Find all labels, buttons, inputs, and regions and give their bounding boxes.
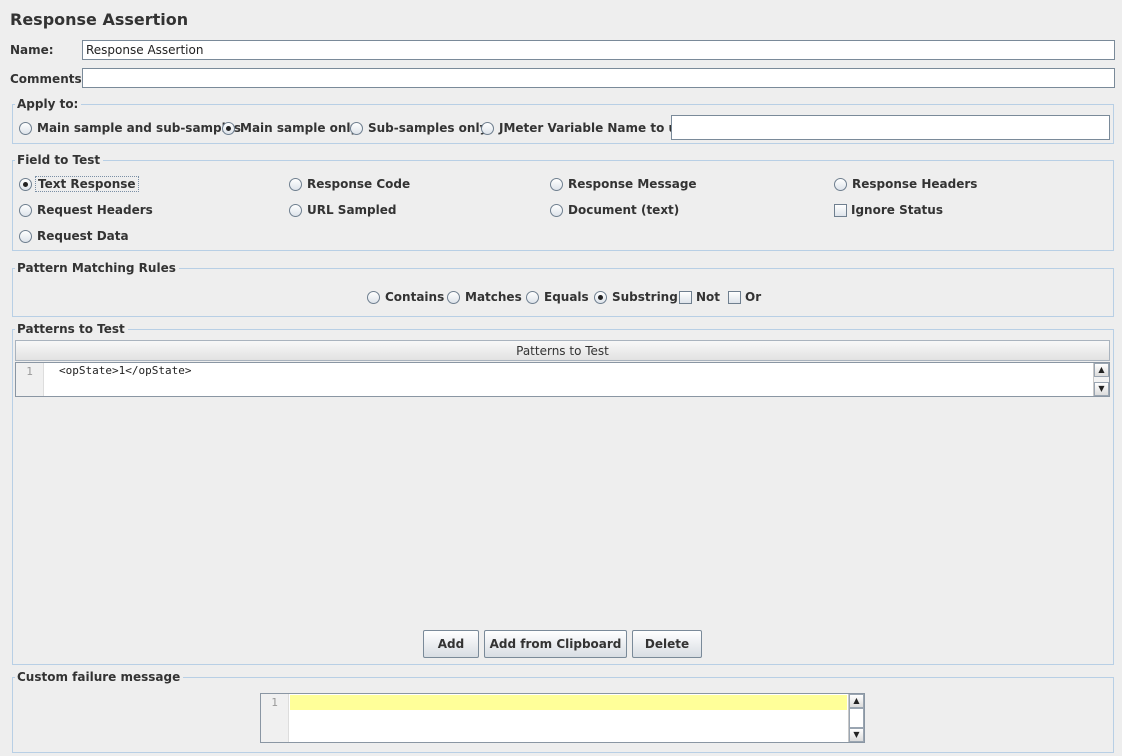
rule-equals-radio[interactable]: Equals: [526, 289, 589, 305]
radio-icon: [19, 203, 32, 217]
radio-selected-icon: [222, 121, 235, 135]
rule-matches-radio[interactable]: Matches: [447, 289, 522, 305]
radio-icon: [367, 290, 380, 304]
radio-icon: [19, 121, 32, 135]
comments-label: Comments:: [10, 72, 87, 86]
patterns-column-header[interactable]: Patterns to Test: [15, 340, 1110, 361]
radio-icon: [481, 121, 494, 135]
field-response-code-radio[interactable]: Response Code: [289, 176, 410, 192]
apply-main-and-sub-radio[interactable]: Main sample and sub-samples: [19, 120, 241, 136]
radio-icon: [19, 229, 32, 243]
radio-icon: [526, 290, 539, 304]
field-text-response-radio[interactable]: Text Response: [19, 176, 139, 192]
line-number: 1: [16, 363, 44, 396]
radio-icon: [289, 203, 302, 217]
apply-sub-only-radio[interactable]: Sub-samples only: [350, 120, 487, 136]
add-button[interactable]: Add: [423, 630, 479, 658]
pattern-text: <opState>1</opState>: [59, 364, 192, 377]
rule-or-checkbox[interactable]: Or: [728, 289, 761, 305]
current-line-highlight: [290, 695, 847, 710]
radio-icon: [350, 121, 363, 135]
ignore-status-checkbox[interactable]: Ignore Status: [834, 202, 943, 218]
apply-jmeter-variable-radio[interactable]: JMeter Variable Name to use: [481, 120, 692, 136]
field-request-headers-radio[interactable]: Request Headers: [19, 202, 153, 218]
radio-selected-icon: [594, 290, 607, 304]
custom-failure-title: Custom failure message: [15, 670, 184, 684]
apply-main-only-radio[interactable]: Main sample only: [222, 120, 358, 136]
radio-icon: [550, 177, 563, 191]
vertical-scrollbar[interactable]: ▲ ▼: [1093, 363, 1109, 396]
radio-icon: [834, 177, 847, 191]
apply-to-title: Apply to:: [15, 97, 82, 111]
jmeter-variable-input[interactable]: [671, 115, 1110, 140]
field-to-test-title: Field to Test: [15, 153, 104, 167]
field-request-data-radio[interactable]: Request Data: [19, 228, 129, 244]
pattern-row-editor[interactable]: 1 <opState>1</opState> ▲ ▼: [15, 362, 1110, 397]
scroll-down-arrow-icon[interactable]: ▼: [849, 728, 864, 742]
checkbox-icon: [728, 290, 741, 304]
pattern-rules-title: Pattern Matching Rules: [15, 261, 179, 275]
radio-icon: [550, 203, 563, 217]
scroll-up-arrow-icon[interactable]: ▲: [1094, 363, 1109, 377]
line-number: 1: [261, 694, 289, 742]
field-url-sampled-radio[interactable]: URL Sampled: [289, 202, 396, 218]
checkbox-icon: [834, 203, 847, 217]
rule-contains-radio[interactable]: Contains: [367, 289, 444, 305]
radio-selected-icon: [19, 177, 32, 191]
name-field[interactable]: Response Assertion: [82, 40, 1115, 60]
rule-not-checkbox[interactable]: Not: [679, 289, 720, 305]
page-title: Response Assertion: [10, 10, 189, 29]
vertical-scrollbar[interactable]: ▲ ▼: [848, 694, 864, 742]
delete-button[interactable]: Delete: [632, 630, 702, 658]
field-response-headers-radio[interactable]: Response Headers: [834, 176, 977, 192]
scroll-thumb[interactable]: [849, 708, 864, 728]
add-from-clipboard-button[interactable]: Add from Clipboard: [484, 630, 627, 658]
scroll-up-arrow-icon[interactable]: ▲: [849, 694, 864, 708]
rule-substring-radio[interactable]: Substring: [594, 289, 678, 305]
field-document-text-radio[interactable]: Document (text): [550, 202, 679, 218]
scroll-down-arrow-icon[interactable]: ▼: [1094, 382, 1109, 396]
field-response-message-radio[interactable]: Response Message: [550, 176, 697, 192]
patterns-title: Patterns to Test: [15, 322, 128, 336]
name-label: Name:: [10, 43, 54, 57]
comments-field[interactable]: [82, 68, 1115, 88]
checkbox-icon: [679, 290, 692, 304]
radio-icon: [289, 177, 302, 191]
radio-icon: [447, 290, 460, 304]
custom-failure-editor[interactable]: 1 ▲ ▼: [260, 693, 865, 743]
